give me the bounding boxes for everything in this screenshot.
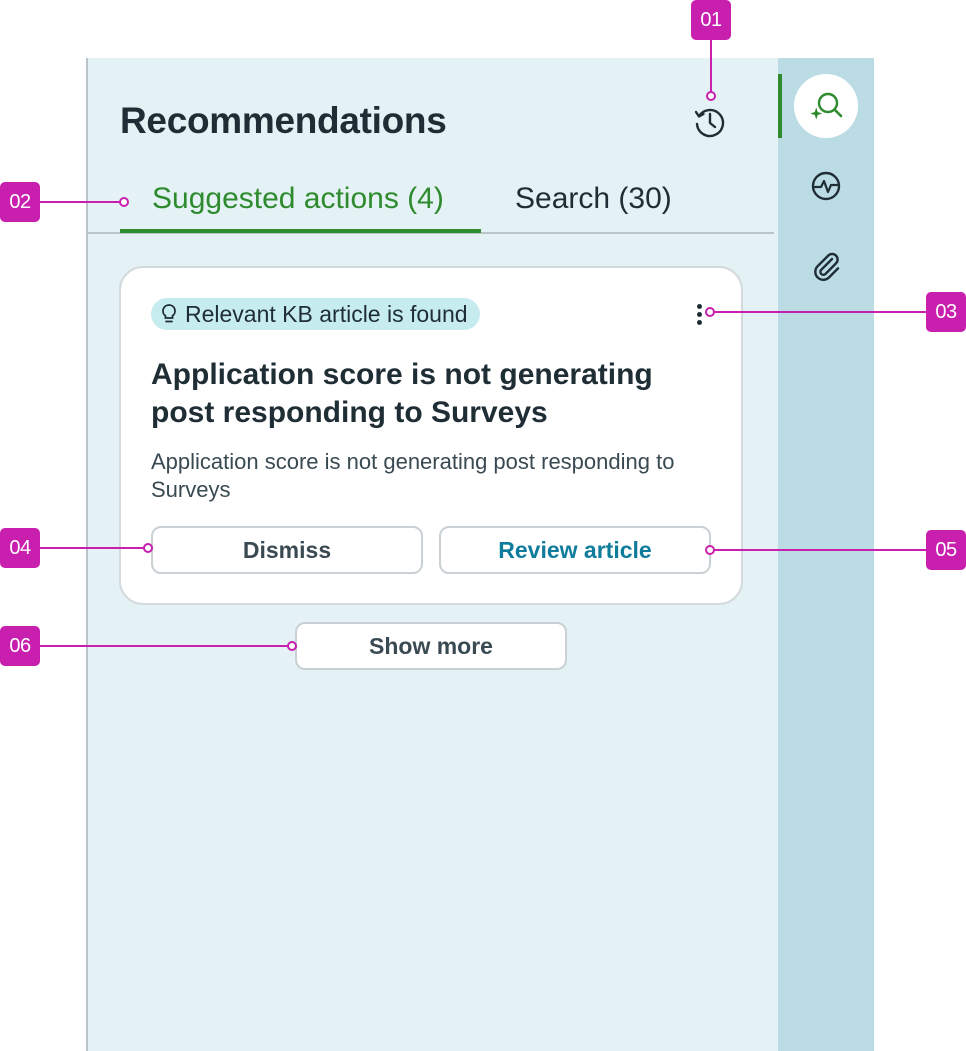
annotation-01-dot — [706, 91, 716, 101]
rail-active-indicator — [778, 74, 782, 138]
annotation-03: 03 — [926, 292, 966, 332]
annotation-02: 02 — [0, 182, 40, 222]
rail-attachments-button[interactable] — [794, 234, 858, 298]
annotation-04-dot — [143, 543, 153, 553]
lightbulb-icon — [161, 303, 177, 325]
tab-suggested-actions[interactable]: Suggested actions (4) — [152, 182, 444, 216]
annotation-04-line — [40, 547, 144, 549]
tab-search[interactable]: Search (30) — [515, 182, 672, 216]
history-clock-icon — [694, 108, 725, 138]
annotation-02-dot — [119, 197, 129, 207]
page-title: Recommendations — [120, 100, 447, 141]
rail-recommendations-button[interactable] — [794, 74, 858, 138]
badge-label: Relevant KB article is found — [185, 300, 468, 327]
card-description: Application score is not generating post… — [151, 449, 675, 502]
annotation-01: 01 — [691, 0, 731, 40]
annotation-04: 04 — [0, 528, 40, 568]
annotation-06: 06 — [0, 626, 40, 666]
paperclip-icon — [814, 252, 840, 281]
kb-found-badge: Relevant KB article is found — [151, 298, 480, 330]
review-article-button[interactable]: Review article — [439, 526, 711, 574]
annotation-05-dot — [705, 545, 715, 555]
annotation-05-line — [714, 549, 926, 551]
more-vertical-icon — [696, 303, 702, 309]
annotation-06-dot — [287, 641, 297, 651]
activity-icon — [811, 171, 841, 201]
annotation-02-line — [40, 201, 120, 203]
sparkle-search-icon — [810, 92, 843, 120]
dismiss-button[interactable]: Dismiss — [151, 526, 423, 574]
history-button[interactable] — [692, 104, 728, 140]
annotation-05: 05 — [926, 530, 966, 570]
annotation-03-dot — [705, 307, 715, 317]
annotation-03-line — [714, 311, 926, 313]
show-more-button[interactable]: Show more — [295, 622, 567, 670]
active-tab-indicator — [120, 229, 481, 233]
rail-activity-button[interactable] — [794, 154, 858, 218]
annotation-01-line — [710, 40, 712, 92]
card-title: Application score is not generating post… — [151, 358, 653, 429]
annotation-06-line — [40, 645, 288, 647]
